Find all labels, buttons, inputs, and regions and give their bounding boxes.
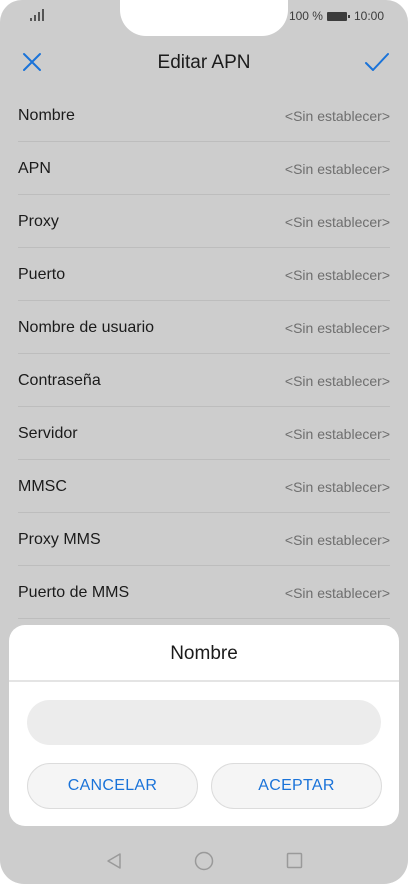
field-row-nombre-de-usuario[interactable]: Nombre de usuario <Sin establecer> [0,301,408,354]
title-bar: Editar APN [0,36,408,90]
battery-icon [326,11,350,21]
battery-percentage: 100 % [288,9,323,23]
apn-field-list: Nombre <Sin establecer> APN <Sin estable… [0,89,408,619]
name-input[interactable] [27,700,381,745]
field-row-apn[interactable]: APN <Sin establecer> [0,142,408,195]
field-label: Proxy [18,212,59,230]
field-value: <Sin establecer> [284,266,390,283]
clock: 10:00 [353,9,384,23]
field-label: Nombre de usuario [18,318,155,336]
field-label: APN [18,159,51,177]
field-row-proxy[interactable]: Proxy <Sin establecer> [0,195,408,248]
dialog-divider [9,680,399,682]
check-icon[interactable] [364,50,390,74]
field-value: <Sin establecer> [284,531,390,548]
field-value: <Sin establecer> [284,160,390,177]
field-label: MMSC [18,477,67,495]
recent-apps-icon[interactable] [286,852,303,869]
field-value: <Sin establecer> [284,107,390,124]
field-row-puerto-de-mms[interactable]: Puerto de MMS <Sin establecer> [0,566,408,619]
field-label: Puerto de MMS [18,583,130,601]
field-value: <Sin establecer> [284,584,390,601]
status-bar: 100 % 10:00 [0,0,408,36]
navigation-bar [0,838,408,884]
home-icon[interactable] [194,851,214,871]
field-row-mmsc[interactable]: MMSC <Sin establecer> [0,460,408,513]
field-label: Proxy MMS [18,530,101,548]
accept-button[interactable]: ACEPTAR [211,763,382,809]
field-row-puerto[interactable]: Puerto <Sin establecer> [0,248,408,301]
phone-screen: 100 % 10:00 Editar APN Nombre <Sin estab… [0,0,408,884]
field-label: Nombre [18,106,75,124]
edit-name-dialog: Nombre CANCELAR ACEPTAR [9,625,399,826]
field-row-proxy-mms[interactable]: Proxy MMS <Sin establecer> [0,513,408,566]
field-label: Puerto [18,265,66,283]
page-title: Editar APN [157,52,251,73]
signal-icon [30,9,44,21]
status-indicators: 100 % 10:00 [289,9,384,23]
field-value: <Sin establecer> [284,319,390,336]
field-value: <Sin establecer> [284,372,390,389]
field-label: Contraseña [18,371,101,389]
field-value: <Sin establecer> [284,425,390,442]
back-icon[interactable] [105,852,123,870]
dialog-title: Nombre [170,643,238,664]
field-label: Servidor [18,424,78,442]
field-row-contrasena[interactable]: Contraseña <Sin establecer> [0,354,408,407]
field-row-servidor[interactable]: Servidor <Sin establecer> [0,407,408,460]
field-row-nombre[interactable]: Nombre <Sin establecer> [0,89,408,142]
cancel-button[interactable]: CANCELAR [27,763,198,809]
field-value: <Sin establecer> [284,478,390,495]
camera-notch [120,0,288,36]
field-value: <Sin establecer> [284,213,390,230]
